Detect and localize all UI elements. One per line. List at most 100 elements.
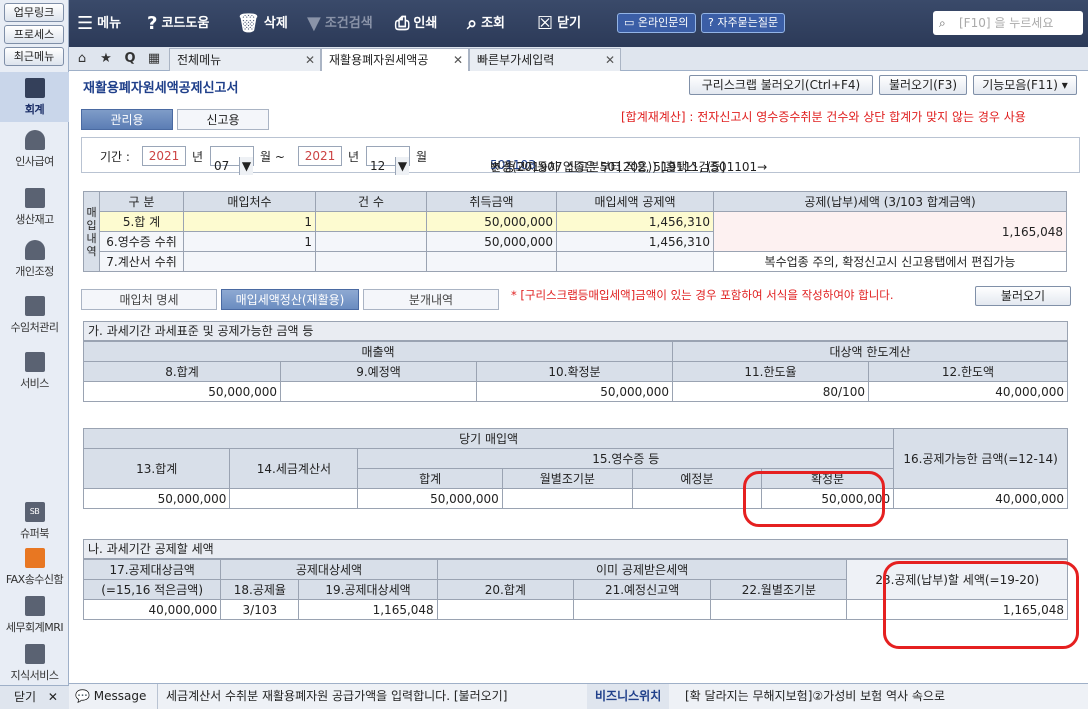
person-icon [24, 130, 45, 150]
highlight-circle [743, 471, 885, 527]
sidebar-item-fax[interactable]: FAX송수신함 [0, 548, 69, 587]
main-content: 재활용폐자원세액공제신고서 구리스크랩 불러오기(Ctrl+F4) 불러오기(F… [69, 71, 1088, 683]
code-help-button[interactable]: ? 코드도움 [147, 0, 209, 47]
year-unit-label: 년 [192, 150, 204, 164]
from-year-field[interactable]: 2021 [142, 146, 186, 166]
multi-industry-note: 복수업종 주의, 확정신고시 신고용탭에서 편집가능 [713, 251, 1067, 272]
deduction-value: 1,165,048 [713, 211, 1067, 252]
tab-settlement[interactable]: 매입세액정산(재활용) [221, 289, 359, 310]
chart-icon [24, 596, 45, 616]
sidebar-item-inventory[interactable]: 생산재고 [0, 188, 69, 227]
close-icon[interactable]: ✕ [605, 49, 615, 71]
sidebar-item-superbook[interactable]: SB 슈퍼북 [0, 502, 69, 541]
star-icon[interactable]: ★ [97, 50, 115, 68]
book-icon [24, 644, 45, 664]
tab-quick-vat[interactable]: 빠른부가세입력 ✕ [469, 48, 621, 71]
biz-label[interactable]: 비즈니스위치 [587, 684, 670, 709]
search-doc-icon: ⌕ [467, 13, 478, 34]
tab-recycle-credit[interactable]: 재활용폐자원세액공 ✕ [321, 48, 469, 72]
scrap-warning: * [구리스크랩등매입세액]금액이 있는 경우 포함하여 서식을 작성하여야 합… [511, 288, 894, 302]
delete-button[interactable]: 🗑 삭제 [237, 0, 288, 47]
scrap-load-button[interactable]: 구리스크랩 불러오기(Ctrl+F4) [689, 75, 873, 95]
sidebar-item-service[interactable]: 서비스 [0, 352, 69, 391]
sidebar-item-mri[interactable]: 세무회계MRI [0, 596, 69, 635]
tab-all-menu[interactable]: 전체메뉴 ✕ [169, 48, 321, 71]
main-toolbar: ☰ 메뉴 ? 코드도움 🗑 삭제 ▼ 조건검색 ⎙ 인쇄 ⌕ 조회 ☒ 닫기 ▭ 온라인문의 … [69, 0, 1088, 47]
chat-icon: 💬 [75, 689, 90, 703]
period-label: 기간 : [100, 150, 130, 164]
online-inquiry-button[interactable]: ▭ 온라인문의 [617, 13, 696, 33]
chevron-down-icon: ▼ [239, 157, 253, 175]
monitor-icon [24, 352, 45, 372]
fax-icon [24, 548, 45, 568]
from-month-select[interactable]: 07 ▼ [210, 146, 254, 175]
tab-admin[interactable]: 관리용 [81, 109, 173, 130]
month-unit-label: 월 ~ [260, 150, 285, 164]
faq-button[interactable]: ? 자주묻는질문 [701, 13, 786, 33]
search-icon: ⌕ [939, 16, 946, 30]
status-message: 세금계산서 수취분 재활용폐자원 공급가액을 입력합니다. [불러오기] [157, 684, 587, 709]
table-row[interactable]: 5.합 계 1 50,000,000 1,456,310 1,165,048 [83, 211, 1067, 252]
print-button[interactable]: ⎙ 인쇄 [395, 0, 437, 47]
close-icon[interactable]: ✕ [453, 49, 463, 71]
table-row[interactable]: 50,000,000 50,000,000 80/100 40,000,000 [83, 381, 1068, 402]
period-form: 기간 : 2021 년 07 ▼ 월 ~ 2021 년 12 ▼ 월 ※ 중고자동차… [81, 137, 1080, 175]
menu-button[interactable]: ☰ 메뉴 [77, 0, 121, 47]
section-a-table: 매출액 대상액 한도계산 8.합계 9.예정액 10.확정분 11.한도율 12… [83, 341, 1068, 402]
table-row[interactable]: 7.계산서 수취 복수업종 주의, 확정신고시 신고용탭에서 편집가능 [83, 251, 1067, 272]
tab-bar: ⌂ ★ Q ▦ 전체메뉴 ✕ 재활용폐자원세액공 ✕ 빠른부가세입력 ✕ [69, 47, 1088, 72]
sidebar-close-button[interactable]: 닫기 ✕ [0, 685, 69, 709]
section-c-title: 나. 과세기간 공제할 세액 [83, 539, 1068, 559]
calendar-icon[interactable]: ▦ [145, 50, 163, 68]
help-circle-icon: ? [708, 16, 718, 29]
close-icon: ✕ [47, 690, 58, 704]
close-box-icon: ☒ [537, 13, 554, 34]
sidebar-item-accounting[interactable]: 회계 [0, 72, 69, 122]
lookup-button[interactable]: ⌕ 조회 [467, 0, 505, 47]
tab-vendor-detail[interactable]: 매입처 명세 [81, 289, 217, 310]
close-icon[interactable]: ✕ [305, 49, 315, 71]
q-search-icon[interactable]: Q [121, 50, 139, 68]
section-b-table: 당기 매입액 16.공제가능한 금액(=12-14) 13.합계 14.세금계산… [82, 428, 1068, 509]
year-unit-label: 년 [348, 150, 360, 164]
hamburger-icon: ☰ [77, 13, 94, 34]
grid-icon [24, 188, 45, 208]
sidebar-item-payroll[interactable]: 인사급여 [0, 130, 69, 169]
building-icon [24, 296, 45, 316]
chevron-down-icon: ▼ [395, 157, 409, 175]
chevron-down-icon: ▾ [1061, 78, 1068, 92]
trash-icon: 🗑 [237, 13, 260, 34]
to-month-select[interactable]: 12 ▼ [366, 146, 410, 175]
tab-journal[interactable]: 분개내역 [363, 289, 499, 310]
recalc-notice: [합계재계산] : 전자신고시 영수증수취분 건수와 상단 합계가 맞지 않는 … [621, 110, 1026, 124]
sidebar-item-personal[interactable]: 개인조정 [0, 240, 69, 279]
question-icon: ? [147, 13, 158, 34]
calculator-icon [24, 78, 45, 98]
quick-link-button[interactable]: 업무링크 [4, 3, 64, 22]
filter-button[interactable]: ▼ 조건검색 [307, 0, 373, 47]
function-menu-button[interactable]: 기능모음(F11) ▾ [973, 75, 1077, 95]
recent-menu-button[interactable]: 최근메뉴 [4, 47, 64, 66]
load-button[interactable]: 불러오기(F3) [879, 75, 967, 95]
to-year-field[interactable]: 2021 [298, 146, 342, 166]
summary-table: 매입내역 구 분 매입처수 건 수 취득금액 매입세액 공제액 공제(납부)세액… [83, 191, 1067, 272]
process-button[interactable]: 프로세스 [4, 25, 64, 44]
side-label: 매입내역 [83, 191, 100, 272]
home-icon[interactable]: ⌂ [73, 50, 91, 68]
search-input[interactable]: ⌕ [F10] 을 누르세요 [933, 11, 1083, 35]
close-button[interactable]: ☒ 닫기 [537, 0, 581, 47]
filter-icon: ▼ [307, 13, 321, 34]
sidebar-item-clients[interactable]: 수임처관리 [0, 296, 69, 335]
tab-report[interactable]: 신고용 [177, 109, 269, 130]
left-sidebar: 업무링크 프로세스 최근메뉴 회계 인사급여 생산재고 개인조정 수임처관리 서… [0, 0, 69, 709]
biz-ticker[interactable]: [확 달라지는 무해지보험]②가성비 보험 역사 속으로 [685, 684, 945, 709]
table-row[interactable]: 50,000,000 50,000,000 50,000,000 40,000,… [82, 488, 1068, 509]
message-label: 💬 Message [75, 689, 147, 703]
printer-icon: ⎙ [395, 13, 410, 34]
highlight-circle [883, 561, 1079, 649]
section-a-title: 가. 과세기간 과세표준 및 공제가능한 금액 등 [83, 321, 1068, 341]
load-button-2[interactable]: 불러오기 [975, 286, 1071, 306]
superbook-icon: SB [24, 502, 45, 522]
sidebar-item-knowledge[interactable]: 지식서비스 [0, 644, 69, 683]
monitor-icon: ▭ [624, 16, 638, 29]
